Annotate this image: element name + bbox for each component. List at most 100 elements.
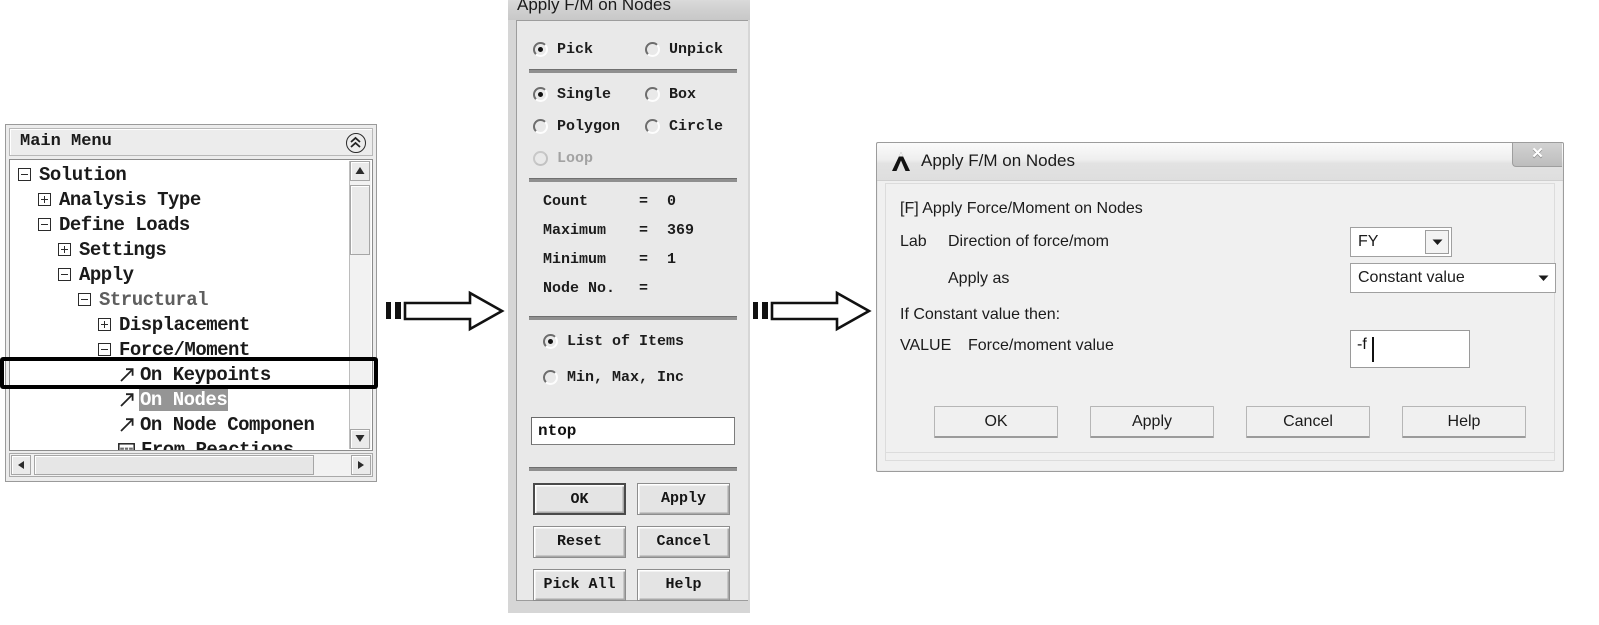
ansys-a-logo-icon	[890, 151, 912, 172]
vertical-scroll-thumb[interactable]	[350, 185, 370, 255]
tree-item-settings[interactable]: Settings	[10, 237, 346, 262]
chevron-double-up-icon[interactable]	[346, 133, 366, 153]
radio-indicator	[645, 42, 660, 57]
info-eq: =	[639, 222, 649, 239]
main-menu-title: Main Menu	[20, 132, 112, 151]
tree-item-displacement[interactable]: Displacement	[10, 312, 346, 337]
tree-item-apply[interactable]: Apply	[10, 262, 346, 287]
picker-apply-button[interactable]: Apply	[637, 483, 730, 515]
fm-dialog-title: Apply F/M on Nodes	[921, 151, 1076, 170]
picker-help-button[interactable]: Help	[637, 569, 730, 601]
tree-expand-box[interactable]	[38, 193, 51, 206]
close-x-icon[interactable]: ✕	[1512, 143, 1562, 167]
tree-vertical-scrollbar[interactable]	[349, 161, 371, 449]
chevron-down-icon[interactable]	[1425, 230, 1449, 254]
radio-pick[interactable]: Pick	[533, 41, 593, 58]
triangle-up-icon[interactable]	[350, 161, 370, 181]
tree-item-solution[interactable]: Solution	[10, 162, 346, 187]
tree-item-label: Analysis Type	[59, 188, 201, 211]
radio-box[interactable]: Box	[645, 86, 696, 103]
radio-indicator	[533, 151, 548, 166]
tree-item-label: From Reactions	[141, 438, 294, 451]
apply-fm-dialog: Apply F/M on Nodes ✕ [F] Apply Force/Mom…	[876, 142, 1564, 472]
radio-indicator	[533, 119, 548, 134]
picker-ok-button[interactable]: OK	[533, 483, 626, 515]
tree-item-structural[interactable]: Structural	[10, 287, 346, 312]
fm-dialog-titlebar[interactable]: Apply F/M on Nodes ✕	[877, 143, 1563, 181]
main-menu-tree[interactable]: Solution Analysis Type Define Loads Setting…	[9, 159, 373, 451]
tree-item-label: Apply	[79, 263, 134, 286]
info-label: Count	[543, 193, 589, 210]
picker-reset-button[interactable]: Reset	[533, 526, 626, 558]
tree-item-force-moment[interactable]: Force/Moment	[10, 337, 346, 362]
picker-divider-1	[529, 69, 737, 73]
info-label: Minimum	[543, 251, 607, 268]
radio-circle[interactable]: Circle	[645, 118, 723, 135]
tree-item-label: Solution	[39, 163, 127, 186]
info-minimum: Minimum = 1	[543, 251, 676, 268]
tree-item-label: Define Loads	[59, 213, 190, 236]
text-cursor	[1372, 337, 1374, 362]
picker-titlebar: Apply F/M on Nodes	[508, 0, 750, 20]
tree-collapse-box[interactable]	[18, 168, 31, 181]
info-value: 369	[667, 222, 695, 239]
info-count: Count = 0	[543, 193, 676, 210]
radio-unpick[interactable]: Unpick	[645, 41, 723, 58]
tree-collapse-box[interactable]	[38, 218, 51, 231]
horizontal-scroll-thumb[interactable]	[34, 455, 314, 475]
fm-lab-text: Direction of force/mom	[948, 233, 1109, 250]
radio-list-of-items[interactable]: List of Items	[543, 333, 684, 350]
radio-min-max-inc[interactable]: Min, Max, Inc	[543, 369, 684, 386]
triangle-right-icon[interactable]	[351, 455, 371, 475]
picker-pick-all-button[interactable]: Pick All	[533, 569, 626, 601]
radio-single[interactable]: Single	[533, 86, 611, 103]
info-value: 0	[667, 193, 677, 210]
radio-label: Single	[557, 86, 612, 103]
tree-collapse-box[interactable]	[98, 343, 111, 356]
radio-polygon[interactable]: Polygon	[533, 118, 620, 135]
tree-item-label: Settings	[79, 238, 167, 261]
tree-item-on-keypoints[interactable]: On Keypoints	[10, 362, 346, 387]
info-node-no: Node No. =	[543, 280, 667, 297]
tree-expand-box[interactable]	[98, 318, 111, 331]
direction-of-force-dropdown[interactable]: FY	[1350, 227, 1452, 257]
fm-value-text: Force/moment value	[968, 337, 1114, 354]
fm-apply-button[interactable]: Apply	[1090, 406, 1214, 438]
tree-item-on-nodes[interactable]: On Nodes	[10, 387, 346, 412]
tree-collapse-box[interactable]	[78, 293, 91, 306]
tree-item-from-reactions[interactable]: From Reactions	[10, 437, 346, 451]
chevron-down-icon[interactable]	[1531, 264, 1555, 292]
triangle-down-icon[interactable]	[350, 429, 370, 449]
tree-item-label: On Keypoints	[140, 363, 271, 386]
picker-divider-4	[529, 467, 737, 471]
picker-divider-3	[529, 316, 737, 320]
picker-item-input-value: ntop	[538, 422, 577, 440]
fm-help-button[interactable]: Help	[1402, 406, 1526, 438]
force-moment-value-text: -f	[1357, 336, 1367, 353]
force-moment-value-input[interactable]: -f	[1350, 330, 1470, 368]
block-arrow-right-icon-1	[385, 288, 505, 339]
picker-cancel-button[interactable]: Cancel	[637, 526, 730, 558]
tree-item-label: On Node Componen	[140, 413, 315, 436]
radio-loop: Loop	[533, 150, 593, 167]
arrow-up-right-icon	[118, 416, 136, 434]
tree-item-define-loads[interactable]: Define Loads	[10, 212, 346, 237]
radio-indicator	[533, 87, 548, 102]
picker-item-input[interactable]: ntop	[531, 417, 735, 445]
tree-expand-box[interactable]	[58, 243, 71, 256]
radio-label: Loop	[557, 150, 594, 167]
fm-lab-prefix: Lab	[900, 233, 927, 250]
radio-label: Unpick	[669, 41, 724, 58]
radio-indicator	[543, 370, 558, 385]
apply-as-dropdown[interactable]: Constant value	[1350, 263, 1556, 293]
tree-item-on-node-componen[interactable]: On Node Componen	[10, 412, 346, 437]
tree-collapse-box[interactable]	[58, 268, 71, 281]
fm-ok-button[interactable]: OK	[934, 406, 1058, 438]
tree-item-label: Displacement	[119, 313, 250, 336]
tree-item-analysis-type[interactable]: Analysis Type	[10, 187, 346, 212]
triangle-left-icon[interactable]	[11, 455, 31, 475]
fm-cancel-button[interactable]: Cancel	[1246, 406, 1370, 438]
fm-heading: [F] Apply Force/Moment on Nodes	[900, 200, 1143, 217]
info-value: 1	[667, 251, 677, 268]
tree-horizontal-scrollbar[interactable]	[9, 453, 373, 477]
